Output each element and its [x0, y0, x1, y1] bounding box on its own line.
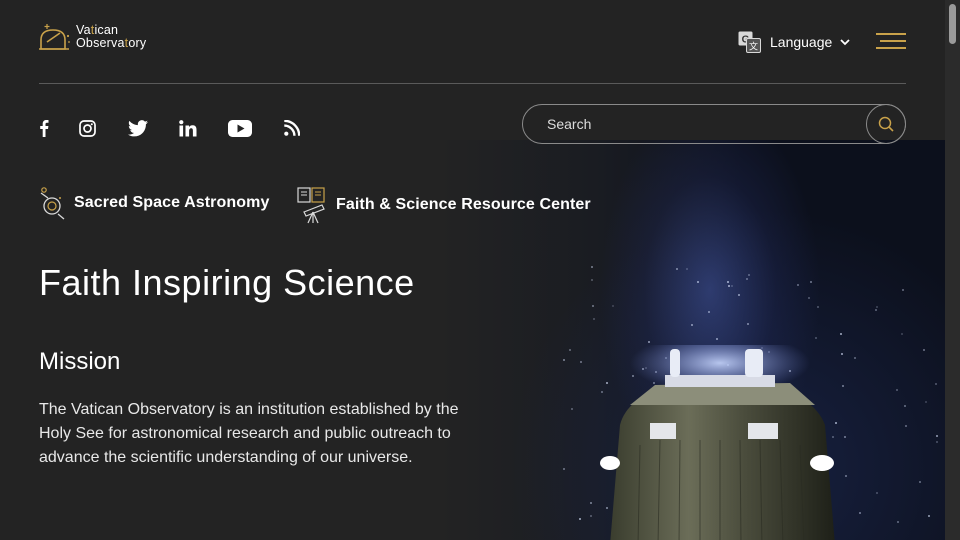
star: [840, 352, 843, 355]
search-icon: [878, 116, 894, 132]
scrollbar-thumb[interactable]: [949, 4, 956, 44]
logo-wordmark: Vatican Observatory: [76, 24, 146, 50]
page: Vatican Observatory G 文 Language Search …: [0, 0, 945, 540]
star: [904, 424, 907, 427]
twitter-icon[interactable]: [128, 117, 148, 139]
star: [745, 277, 748, 280]
star: [562, 358, 565, 361]
quick-link-sacred-space-astronomy[interactable]: Sacred Space Astronomy: [38, 186, 269, 220]
hero-title: Faith Inspiring Science: [39, 262, 415, 303]
svg-text:文: 文: [749, 41, 758, 52]
quick-link-label: Sacred Space Astronomy: [74, 194, 270, 211]
logo-text-part: ory: [128, 36, 147, 50]
instagram-icon[interactable]: [79, 117, 96, 139]
menu-button[interactable]: [876, 33, 906, 49]
linkedin-icon[interactable]: [179, 117, 197, 139]
chevron-down-icon: [840, 39, 850, 46]
youtube-icon[interactable]: [228, 117, 252, 139]
star: [691, 323, 694, 326]
star: [859, 511, 862, 514]
scrollbar-track[interactable]: [945, 0, 960, 540]
star: [875, 491, 878, 494]
star: [927, 514, 930, 517]
star: [936, 434, 939, 437]
header-divider: [39, 83, 906, 84]
star: [571, 407, 573, 410]
star: [685, 267, 688, 270]
menu-bar: [876, 33, 906, 35]
star: [731, 284, 734, 287]
telescope-books-icon: [297, 187, 325, 224]
quick-link-label: Faith & Science Resource Center: [336, 196, 591, 213]
star: [797, 283, 800, 286]
menu-bar: [880, 40, 906, 42]
mission-text: The Vatican Observatory is an institutio…: [39, 401, 459, 466]
language-selector[interactable]: G 文 Language: [738, 31, 850, 53]
search-button[interactable]: [866, 104, 906, 144]
menu-bar: [876, 47, 906, 49]
facebook-icon[interactable]: [39, 117, 49, 139]
star: [934, 382, 937, 385]
logo-text-part: Va: [76, 23, 91, 37]
star: [727, 284, 730, 287]
star: [853, 356, 856, 359]
star: [675, 268, 678, 271]
search-input[interactable]: [523, 116, 853, 132]
telescope-dome-image: [600, 345, 835, 540]
star: [696, 281, 699, 284]
star: [591, 265, 594, 268]
language-label: Language: [770, 34, 833, 50]
logo-text-part: Observa: [76, 36, 125, 50]
logo-text-part: ican: [94, 23, 119, 37]
social-links: [39, 117, 300, 139]
mission-heading: Mission: [39, 348, 121, 375]
astronomy-icon: [40, 187, 65, 220]
star: [902, 288, 905, 291]
vatican-observatory-logo[interactable]: Vatican Observatory: [38, 22, 146, 52]
star: [900, 332, 903, 335]
star: [809, 281, 812, 284]
star: [897, 520, 899, 523]
star: [707, 310, 710, 313]
star: [592, 317, 595, 320]
quick-link-faith-science-resource-center[interactable]: Faith & Science Resource Center: [296, 186, 591, 224]
observatory-logo-icon: [39, 24, 70, 50]
rss-icon[interactable]: [284, 117, 300, 139]
translate-icon: G 文: [738, 31, 761, 53]
search-box: [522, 104, 906, 144]
star: [589, 501, 592, 504]
